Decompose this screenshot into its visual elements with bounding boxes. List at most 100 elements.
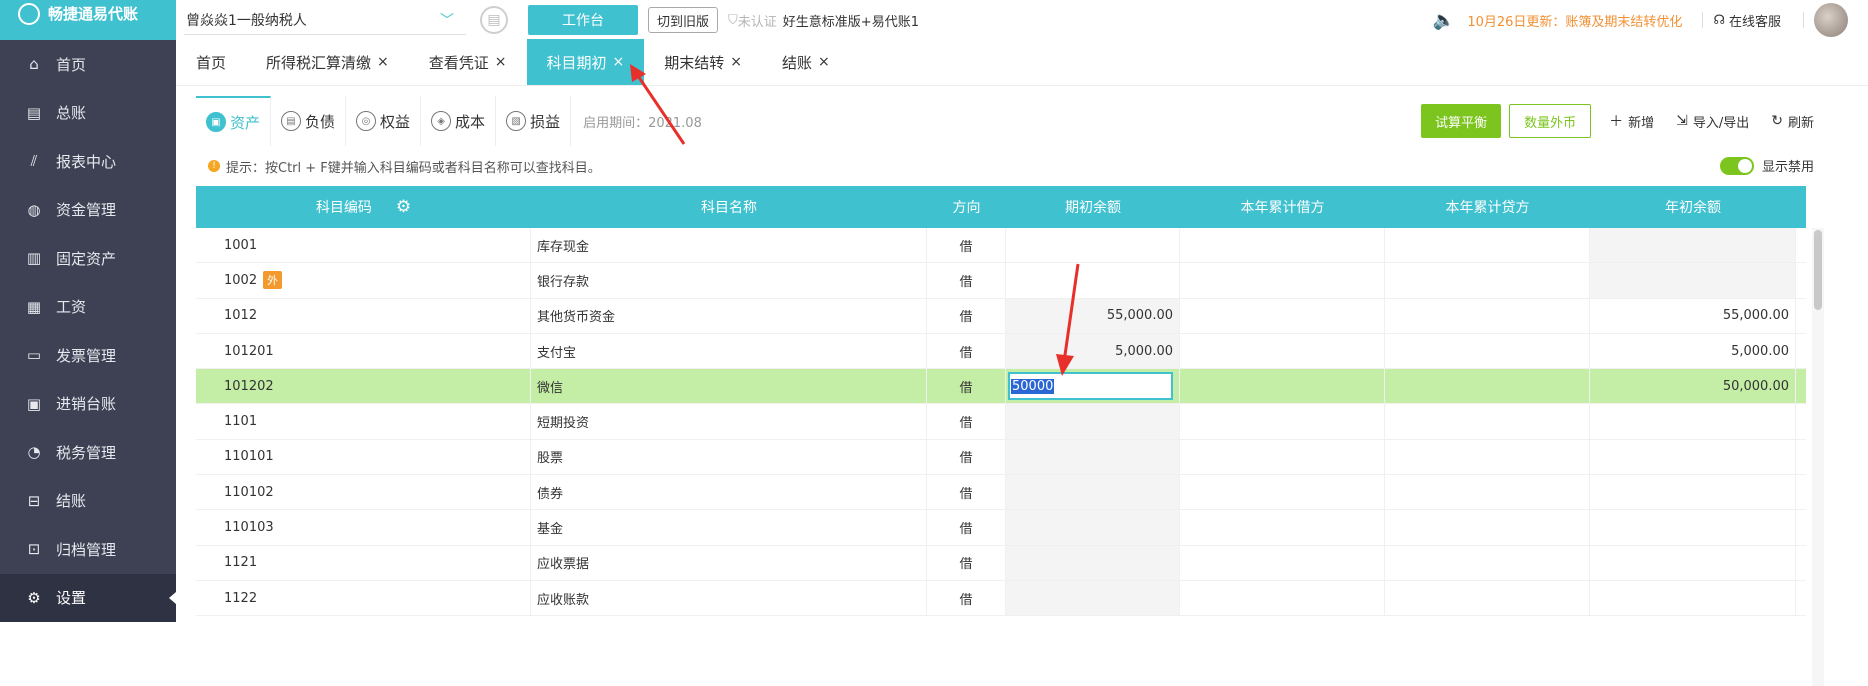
table-row[interactable]: 110103 基金 借 <box>196 510 1806 546</box>
sidebar-item-9[interactable]: ⊟ 结账 <box>0 477 176 526</box>
cell-year[interactable] <box>1590 475 1796 510</box>
sidebar-item-6[interactable]: ▭ 发票管理 <box>0 331 176 380</box>
close-icon[interactable]: × <box>377 54 389 70</box>
uncertified-badge[interactable]: ⛉ 未认证 <box>728 11 777 30</box>
cell-year[interactable] <box>1590 580 1796 616</box>
subtab-4[interactable]: ▧ 损益 <box>496 96 572 146</box>
tab-0[interactable]: 首页 <box>176 39 246 85</box>
sidebar-item-4[interactable]: ▥ 固定资产 <box>0 234 176 283</box>
table-row[interactable]: 110101 股票 借 <box>196 439 1806 476</box>
cell-credit[interactable] <box>1385 263 1590 298</box>
cell-year[interactable] <box>1590 228 1796 263</box>
cell-debit[interactable] <box>1180 228 1385 263</box>
avatar[interactable] <box>1814 3 1848 37</box>
cell-year[interactable] <box>1590 439 1796 475</box>
cell-debit[interactable] <box>1180 475 1385 510</box>
sidebar-item-2[interactable]: ⫽ 报表中心 <box>0 137 176 186</box>
online-service-button[interactable]: ☊ 在线客服 <box>1713 11 1781 30</box>
cell-debit[interactable] <box>1180 263 1385 298</box>
sidebar-item-8[interactable]: ◔ 税务管理 <box>0 428 176 477</box>
cell-open[interactable]: 5,000.00 <box>1006 333 1180 369</box>
table-row[interactable]: 1121 应收票据 借 <box>196 545 1806 581</box>
cell-credit[interactable] <box>1385 404 1590 439</box>
table-row[interactable]: 101202 微信 借 50000 50,000.00 <box>196 369 1806 405</box>
sidebar-item-5[interactable]: ▦ 工资 <box>0 283 176 332</box>
cell-open[interactable] <box>1006 475 1180 510</box>
table-row[interactable]: 1002 外 银行存款 借 <box>196 263 1806 299</box>
cell-year[interactable] <box>1590 510 1796 545</box>
cell-credit[interactable] <box>1385 510 1590 545</box>
cell-year[interactable]: 55,000.00 <box>1590 298 1796 333</box>
close-icon[interactable]: × <box>818 54 830 70</box>
cell-credit[interactable] <box>1385 228 1590 263</box>
cell-open[interactable] <box>1006 404 1180 439</box>
opening-balance-input[interactable]: 50000 <box>1008 372 1173 401</box>
cell-open[interactable] <box>1006 545 1180 580</box>
close-icon[interactable]: × <box>730 54 742 70</box>
cell-debit[interactable] <box>1180 369 1385 404</box>
tab-4[interactable]: 期末结转 × <box>644 39 762 85</box>
cell-debit[interactable] <box>1180 404 1385 439</box>
cell-year[interactable] <box>1590 404 1796 439</box>
scrollbar-thumb[interactable] <box>1814 230 1822 310</box>
trial-balance-button[interactable]: 试算平衡 <box>1421 104 1502 138</box>
table-row[interactable]: 110102 债券 借 <box>196 475 1806 511</box>
sidebar-item-0[interactable]: ⌂ 首页 <box>0 40 176 89</box>
show-disabled-toggle[interactable] <box>1719 156 1754 175</box>
cell-year[interactable]: 5,000.00 <box>1590 333 1796 369</box>
table-row[interactable]: 101201 支付宝 借 5,000.00 5,000.00 <box>196 333 1806 370</box>
close-icon[interactable]: × <box>613 54 625 70</box>
cell-credit[interactable] <box>1385 333 1590 369</box>
table-row[interactable]: 1101 短期投资 借 <box>196 404 1806 440</box>
cell-credit[interactable] <box>1385 298 1590 333</box>
import-export-button[interactable]: ⇲ 导入/导出 <box>1676 112 1749 131</box>
cell-year[interactable] <box>1590 263 1796 298</box>
cell-debit[interactable] <box>1180 298 1385 333</box>
cell-year[interactable]: 50,000.00 <box>1590 369 1796 404</box>
close-icon[interactable]: × <box>495 54 507 70</box>
table-row[interactable]: 1012 其他货币资金 借 55,000.00 55,000.00 <box>196 298 1806 334</box>
tab-3[interactable]: 科目期初 × <box>526 39 645 85</box>
switch-old-version-button[interactable]: 切到旧版 <box>648 7 719 33</box>
cell-open[interactable] <box>1006 510 1180 545</box>
sidebar-item-10[interactable]: ⊡ 归档管理 <box>0 525 176 574</box>
table-scrollbar[interactable] <box>1812 228 1824 686</box>
company-select[interactable]: 曾焱焱1一般纳税人 ﹀ <box>184 5 466 35</box>
calendar-icon[interactable]: ▤ <box>480 6 508 34</box>
subtab-0[interactable]: ▣ 资产 <box>196 96 272 146</box>
tab-2[interactable]: 查看凭证 × <box>409 39 527 85</box>
cell-debit[interactable] <box>1180 545 1385 580</box>
cell-debit[interactable] <box>1180 333 1385 369</box>
cell-debit[interactable] <box>1180 580 1385 616</box>
cell-credit[interactable] <box>1385 369 1590 404</box>
brand-logo[interactable]: 畅捷通易代账 <box>0 0 176 40</box>
subtab-3[interactable]: ◈ 成本 <box>421 96 497 146</box>
table-row[interactable]: 1122 应收账款 借 <box>196 580 1806 617</box>
add-button[interactable]: ＋ 新增 <box>1609 111 1654 131</box>
cell-credit[interactable] <box>1385 580 1590 616</box>
cell-credit[interactable] <box>1385 545 1590 580</box>
cell-credit[interactable] <box>1385 439 1590 475</box>
cell-year[interactable] <box>1590 545 1796 580</box>
cell-open[interactable]: 50000 <box>1006 369 1180 404</box>
sidebar-item-1[interactable]: ▤ 总账 <box>0 89 176 138</box>
quantity-foreign-currency-button[interactable]: 数量外币 <box>1509 104 1592 138</box>
table-row[interactable]: 1001 库存现金 借 <box>196 228 1806 264</box>
subtab-1[interactable]: ▤ 负债 <box>271 96 347 146</box>
cell-credit[interactable] <box>1385 475 1590 510</box>
update-notice[interactable]: 10月26日更新：账簿及期末结转优化 <box>1467 11 1682 30</box>
sidebar-item-7[interactable]: ▣ 进销台账 <box>0 380 176 429</box>
gear-icon[interactable]: ⚙ <box>396 197 411 217</box>
cell-open[interactable]: 55,000.00 <box>1006 298 1180 333</box>
tab-5[interactable]: 结账 × <box>762 39 850 85</box>
sidebar-item-3[interactable]: ◍ 资金管理 <box>0 186 176 235</box>
subtab-2[interactable]: ◎ 权益 <box>346 96 422 146</box>
cell-open[interactable] <box>1006 263 1180 298</box>
cell-open[interactable] <box>1006 439 1180 475</box>
cell-debit[interactable] <box>1180 439 1385 475</box>
tab-1[interactable]: 所得税汇算清缴 × <box>246 39 409 85</box>
cell-open[interactable] <box>1006 580 1180 616</box>
refresh-button[interactable]: ↻ 刷新 <box>1771 112 1814 131</box>
cell-open[interactable] <box>1006 228 1180 263</box>
cell-debit[interactable] <box>1180 510 1385 545</box>
